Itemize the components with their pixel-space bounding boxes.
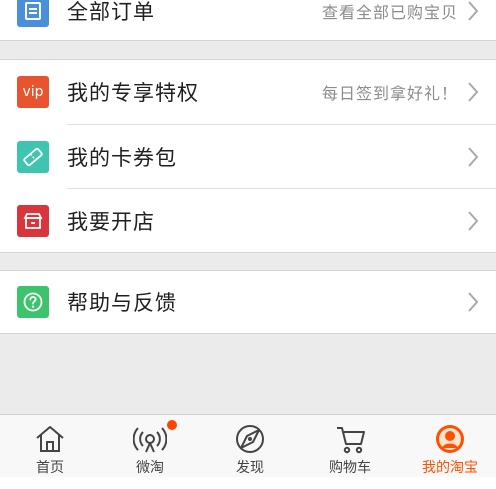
- chevron-right-icon: [468, 82, 479, 102]
- help-label: 帮助与反馈: [67, 291, 177, 315]
- chevron-right-icon: [468, 146, 479, 167]
- tab-label: 购物车: [329, 460, 371, 476]
- orders-row[interactable]: 全部订单 查看全部已购宝贝: [0, 0, 496, 40]
- chevron-right-icon: [468, 292, 479, 312]
- menu-row-vip[interactable]: vip 我的专享特权 每日签到拿好礼！: [0, 60, 496, 124]
- menu-row-open-shop[interactable]: 我要开店: [0, 189, 496, 252]
- cart-icon: [337, 427, 365, 454]
- shop-icon: [17, 204, 49, 237]
- profile-icon: [436, 425, 464, 453]
- chevron-right-icon: [468, 1, 479, 21]
- tab-my-taobao[interactable]: 我的淘宝: [400, 415, 496, 477]
- tab-cart[interactable]: 购物车: [300, 415, 400, 477]
- bottom-strip: [0, 477, 496, 489]
- menu-row-coupons[interactable]: 我的卡券包: [0, 125, 496, 188]
- section-divider: [0, 40, 496, 41]
- tab-discover[interactable]: 发现: [200, 415, 300, 477]
- notification-dot: [167, 420, 177, 430]
- vip-icon: vip: [17, 76, 49, 108]
- orders-label: 全部订单: [67, 0, 155, 24]
- tab-label: 发现: [236, 460, 264, 476]
- tab-label: 首页: [36, 460, 64, 476]
- compass-icon: [236, 425, 264, 453]
- help-row[interactable]: 帮助与反馈: [0, 271, 496, 333]
- broadcast-icon: [133, 427, 167, 453]
- menu-label: 我的专享特权: [67, 81, 199, 105]
- tab-home[interactable]: 首页: [0, 415, 100, 477]
- bottom-tab-bar: 首页 微淘 发现 购物车 我的淘宝: [0, 414, 496, 477]
- menu-label: 我的卡券包: [67, 145, 177, 170]
- ticket-icon: [17, 140, 49, 173]
- menu-hint: 每日签到拿好礼！: [321, 84, 458, 103]
- menu-label: 我要开店: [67, 209, 155, 234]
- chevron-right-icon: [468, 210, 479, 231]
- home-icon: [36, 426, 64, 452]
- section-divider: [0, 252, 496, 253]
- clipboard-icon: [17, 0, 49, 27]
- tab-label: 我的淘宝: [422, 460, 478, 476]
- tab-label: 微淘: [136, 460, 164, 476]
- vip-icon-text: vip: [22, 84, 44, 100]
- tab-weitao[interactable]: 微淘: [100, 415, 200, 477]
- question-icon: [17, 286, 49, 318]
- orders-hint: 查看全部已购宝贝: [321, 3, 458, 22]
- section-divider: [0, 333, 496, 334]
